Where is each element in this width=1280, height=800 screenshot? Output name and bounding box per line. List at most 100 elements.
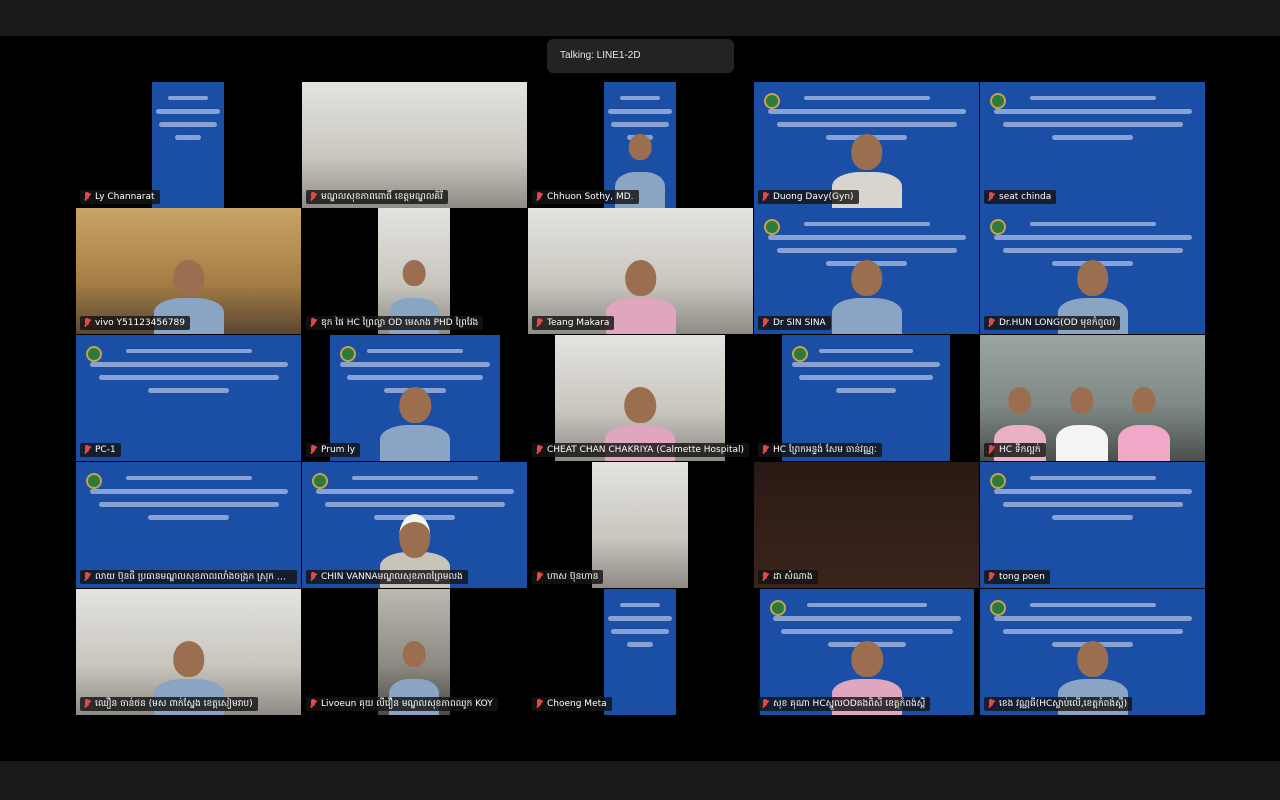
slide-text-line: [156, 109, 220, 114]
slide-text-line: [807, 603, 927, 607]
slide-text-line: [611, 629, 669, 634]
participant-tile[interactable]: Teang Makara: [528, 208, 753, 334]
head-shape: [1076, 641, 1109, 678]
participant-tile[interactable]: ខេង វណ្ណធី(HCស្លាប់លើ,ខេត្តកំពង់ស្ពឺ): [980, 589, 1205, 715]
mic-muted-icon: [987, 445, 995, 455]
participant-tile[interactable]: ឈឿន ចាន់ថន (មស ពាក់ស្នែង ខេត្តសៀមរាប): [76, 589, 301, 715]
ministry-logo-icon: [792, 346, 808, 362]
slide-text-line: [167, 96, 209, 100]
participant-tile[interactable]: លាយ ប៊ុនធី ប្រធានមណ្ឌលសុខភាពរលាំងចង្រុក …: [76, 462, 301, 588]
participant-name: seat chinda: [999, 192, 1052, 202]
body-shape: [380, 425, 450, 461]
participant-tile[interactable]: Prum ly: [302, 335, 527, 461]
mic-muted-icon: [761, 572, 769, 582]
head-shape: [398, 514, 431, 559]
participant-name-label: Dr SIN SINA: [758, 316, 831, 330]
participant-name: Choeng Meta: [547, 699, 607, 709]
participant-tile[interactable]: Choeng Meta: [528, 589, 753, 715]
slide-text-line: [315, 489, 514, 494]
slide-text-line: [1002, 502, 1183, 507]
participant-tile[interactable]: Ly Channarat: [76, 82, 301, 208]
participant-name: ហាស ប៊ុនហាន: [547, 572, 599, 582]
slide-text-line: [324, 502, 505, 507]
slide-text-line: [1002, 122, 1183, 127]
shared-slide-video: [604, 589, 676, 715]
slide-text-line: [627, 642, 653, 647]
slide-text-line: [1002, 248, 1183, 253]
participant-tile[interactable]: HC ទឹកល្អក់: [980, 335, 1205, 461]
participant-tile[interactable]: ដា សំណាង: [754, 462, 979, 588]
participant-name-label: Chhuon Sothy, MD.: [532, 190, 639, 204]
slide-text-line: [159, 122, 217, 127]
slide-text-line: [767, 109, 966, 114]
participant-name: CHIN VANNAមណ្ឌលសុខភាពព្រៃមលង: [321, 572, 463, 582]
participant-tile[interactable]: ហាស ប៊ុនហាន: [528, 462, 753, 588]
ministry-logo-icon: [990, 600, 1006, 616]
participant-tile[interactable]: Dr.HUN LONG(OD មុខកំពូល): [980, 208, 1205, 334]
slide-text-line: [772, 616, 962, 621]
mic-muted-icon: [761, 699, 769, 709]
head-shape: [624, 387, 656, 424]
participant-name: សុខ គុណា HCស្នួលODគងពិសី ខេត្តកំពង់ស្ពឺ: [773, 699, 926, 709]
participant-tile[interactable]: PC-1: [76, 335, 301, 461]
slide-text-line: [1052, 515, 1133, 520]
mic-muted-icon: [535, 192, 543, 202]
participant-name: Dr SIN SINA: [773, 318, 826, 328]
participant-name: HC ទឹកល្អក់: [999, 445, 1041, 455]
mic-muted-icon: [535, 699, 543, 709]
mic-muted-icon: [309, 699, 317, 709]
participant-tile[interactable]: Livoeun គុយ លីវឿន មណ្ឌលសុខភាពឈូក KOY: [302, 589, 527, 715]
participant-tile[interactable]: មណ្ឌលសុខភាពពោធិ៍ ខេត្តមណ្ឌលគិរី: [302, 82, 527, 208]
participant-tile[interactable]: ឌុក ផៃ HC ព្រៃល្វា OD មេសាង PHD ព្រៃវែង: [302, 208, 527, 334]
participant-tile[interactable]: tong poen: [980, 462, 1205, 588]
slide-text-line: [776, 248, 957, 253]
slide-text-line: [818, 349, 914, 353]
slide-text-line: [351, 476, 478, 480]
ministry-logo-icon: [990, 219, 1006, 235]
participant-name: ឈឿន ចាន់ថន (មស ពាក់ស្នែង ខេត្តសៀមរាប): [95, 699, 253, 709]
head-shape: [624, 260, 657, 297]
slide-text-line: [1002, 629, 1183, 634]
slide-text-line: [125, 349, 252, 353]
participant-tile[interactable]: សុខ គុណា HCស្នួលODគងពិសី ខេត្តកំពង់ស្ពឺ: [754, 589, 979, 715]
participant-name: ខេង វណ្ណធី(HCស្លាប់លើ,ខេត្តកំពង់ស្ពឺ): [999, 699, 1128, 709]
head-shape: [402, 641, 426, 668]
participant-tile[interactable]: seat chinda: [980, 82, 1205, 208]
participant-name-label: HC ព្រែកអន្ទង់ សែម ចាន់វណ្ណៈ: [758, 443, 882, 457]
slide-text-line: [835, 388, 897, 393]
slide-text-line: [803, 222, 930, 226]
head-shape: [1008, 387, 1032, 415]
mic-muted-icon: [83, 572, 91, 582]
participant-tile[interactable]: vivo Y51123456789: [76, 208, 301, 334]
slide-text-line: [148, 515, 229, 520]
ministry-logo-icon: [340, 346, 356, 362]
participant-name-label: Teang Makara: [532, 316, 615, 330]
mic-muted-icon: [83, 192, 91, 202]
participant-silhouette: [1118, 383, 1170, 461]
participant-tile[interactable]: Duong Davy(Gyn): [754, 82, 979, 208]
mic-muted-icon: [761, 192, 769, 202]
participant-name-label: seat chinda: [984, 190, 1057, 204]
participant-tile[interactable]: HC ព្រែកអន្ទង់ សែម ចាន់វណ្ណៈ: [754, 335, 979, 461]
participant-name: លាយ ប៊ុនធី ប្រធានមណ្ឌលសុខភាពរលាំងចង្រុក …: [95, 572, 297, 582]
participant-tile[interactable]: CHIN VANNAមណ្ឌលសុខភាពព្រៃមលង: [302, 462, 527, 588]
participant-name-label: ឌុក ផៃ HC ព្រៃល្វា OD មេសាង PHD ព្រៃវែង: [306, 316, 484, 330]
slide-text-line: [993, 109, 1192, 114]
participant-name-label: Ly Channarat: [80, 190, 160, 204]
participant-name: Ly Channarat: [95, 192, 155, 202]
slide-text-line: [611, 122, 669, 127]
participant-name-label: Livoeun គុយ លីវឿន មណ្ឌលសុខភាពឈូក KOY: [306, 697, 498, 711]
participant-tile[interactable]: Dr SIN SINA: [754, 208, 979, 334]
participant-name-label: tong poen: [984, 570, 1050, 584]
mic-muted-icon: [83, 318, 91, 328]
participant-name: ដា សំណាង: [773, 572, 813, 582]
participant-silhouette: [831, 256, 902, 334]
participant-tile[interactable]: Chhuon Sothy, MD.: [528, 82, 753, 208]
mic-muted-icon: [987, 699, 995, 709]
participant-name: tong poen: [999, 572, 1045, 582]
participant-name-label: Choeng Meta: [532, 697, 612, 711]
slide-text-line: [781, 629, 953, 634]
ministry-logo-icon: [764, 93, 780, 109]
participant-name: Chhuon Sothy, MD.: [547, 192, 634, 202]
participant-tile[interactable]: CHEAT CHAN CHAKRIYA (Calmette Hospital): [528, 335, 753, 461]
